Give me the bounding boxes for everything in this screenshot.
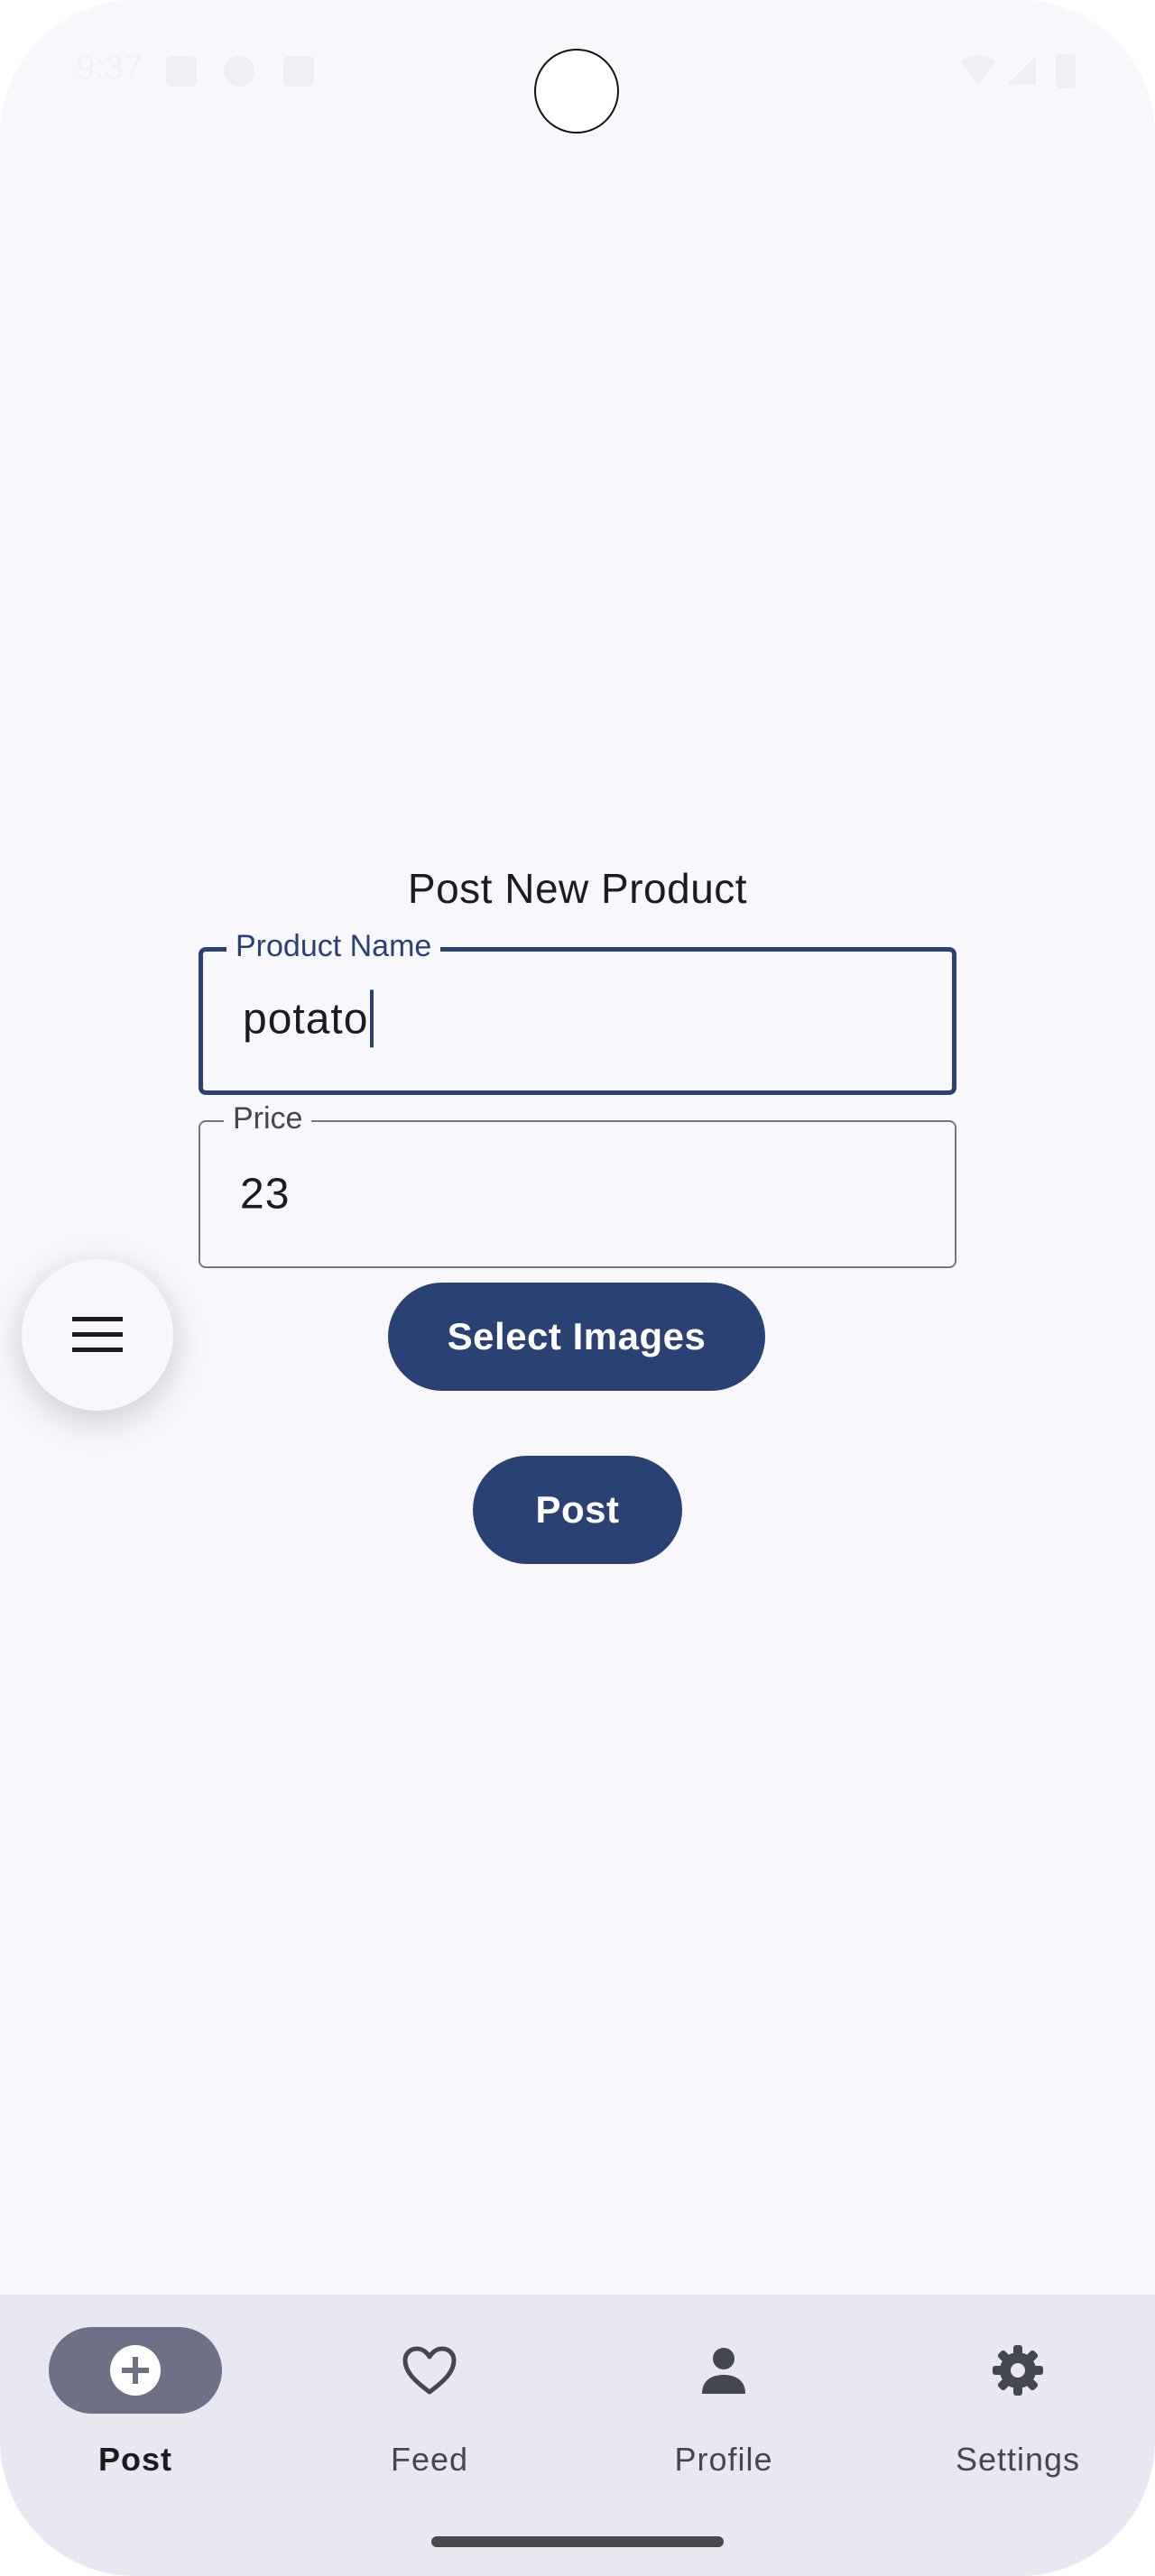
nav-active-indicator (49, 2327, 222, 2414)
status-time: 9:37 (76, 49, 143, 87)
price-field[interactable]: Price 23 (199, 1100, 956, 1268)
product-name-label: Product Name (226, 928, 441, 964)
nav-item-settings[interactable]: Settings (910, 2327, 1126, 2507)
menu-fab[interactable] (22, 1259, 173, 1411)
product-name-value: potato (243, 995, 369, 1044)
screenshot-icon (166, 56, 197, 87)
wifi-icon (960, 55, 996, 85)
gear-icon (993, 2345, 1043, 2396)
shield-icon (224, 56, 254, 87)
bottom-navigation: Post Feed Profile Settings (0, 2295, 1155, 2576)
app-screen: 9:37 Post New Product Product Name potat… (0, 0, 1155, 2576)
nav-label-settings: Settings (955, 2441, 1081, 2478)
sd-card-icon (283, 56, 314, 87)
nav-item-post[interactable]: Post (27, 2327, 244, 2507)
signal-icon (1007, 56, 1036, 85)
menu-icon (72, 1317, 123, 1352)
nav-icon-container (343, 2327, 516, 2414)
text-cursor (370, 989, 374, 1048)
front-camera (534, 49, 619, 133)
nav-icon-container (931, 2327, 1104, 2414)
nav-label-feed: Feed (390, 2441, 469, 2478)
nav-item-feed[interactable]: Feed (321, 2327, 538, 2507)
nav-icon-container (637, 2327, 810, 2414)
post-button[interactable]: Post (473, 1456, 682, 1564)
product-name-field[interactable]: Product Name potato (199, 928, 956, 1095)
battery-icon (1056, 54, 1076, 88)
person-icon (702, 2348, 745, 2394)
nav-label-profile: Profile (674, 2441, 773, 2478)
price-value: 23 (240, 1170, 291, 1219)
page-title: Post New Product (407, 865, 748, 912)
add-circle-icon (110, 2345, 161, 2396)
nav-item-profile[interactable]: Profile (615, 2327, 832, 2507)
home-indicator[interactable] (431, 2536, 724, 2547)
product-name-value-wrap: potato (243, 989, 374, 1048)
select-images-button[interactable]: Select Images (388, 1283, 765, 1391)
heart-icon (402, 2346, 457, 2395)
price-label: Price (224, 1100, 312, 1136)
nav-label-post: Post (97, 2441, 172, 2478)
